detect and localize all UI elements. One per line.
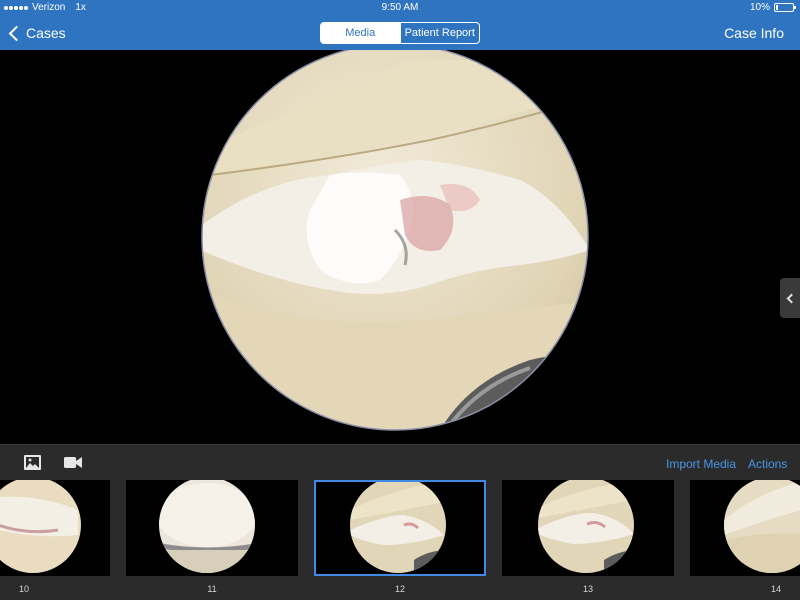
status-time: 9:50 AM — [381, 2, 419, 13]
segment-media[interactable]: Media — [321, 23, 400, 43]
thumbnail-10[interactable] — [0, 480, 110, 576]
import-media-button[interactable]: Import Media — [666, 457, 736, 471]
battery-percent: 10% — [749, 2, 770, 13]
status-right: 10% — [749, 2, 796, 13]
arthroscopic-image — [201, 50, 589, 431]
thumbnail-11[interactable] — [126, 480, 298, 576]
video-camera-icon[interactable] — [64, 456, 82, 469]
thumbnail-12[interactable] — [314, 480, 486, 576]
media-viewer[interactable] — [0, 50, 800, 444]
actions-button[interactable]: Actions — [748, 457, 787, 471]
thumbnail-number: 10 — [18, 584, 29, 594]
battery-icon — [774, 3, 796, 12]
case-info-button[interactable]: Case Info — [724, 25, 784, 41]
navigation-bar: Verizon 1x 9:50 AM 10% Cases Media Patie… — [0, 0, 800, 50]
thumbnail-14[interactable] — [690, 480, 800, 576]
drawer-handle[interactable] — [780, 278, 800, 318]
thumbnail-13[interactable] — [502, 480, 674, 576]
thumbnail-strip[interactable]: 10 11 12 13 14 — [0, 480, 800, 600]
view-segmented-control: Media Patient Report — [320, 22, 480, 44]
thumbnail-number: 11 — [207, 584, 217, 594]
thumbnail-number: 14 — [770, 584, 781, 594]
back-button-label: Cases — [26, 25, 66, 41]
back-button[interactable]: Cases — [8, 22, 66, 44]
chevron-left-icon — [786, 293, 797, 303]
segment-patient-report[interactable]: Patient Report — [399, 23, 480, 43]
status-bar: Verizon 1x 9:50 AM 10% — [0, 0, 800, 16]
media-toolbar: Import Media Actions — [0, 444, 800, 480]
thumbnail-number: 13 — [582, 584, 593, 594]
thumbnail-number: 12 — [394, 584, 405, 594]
photo-icon[interactable] — [24, 455, 41, 470]
chevron-left-icon — [8, 25, 25, 41]
